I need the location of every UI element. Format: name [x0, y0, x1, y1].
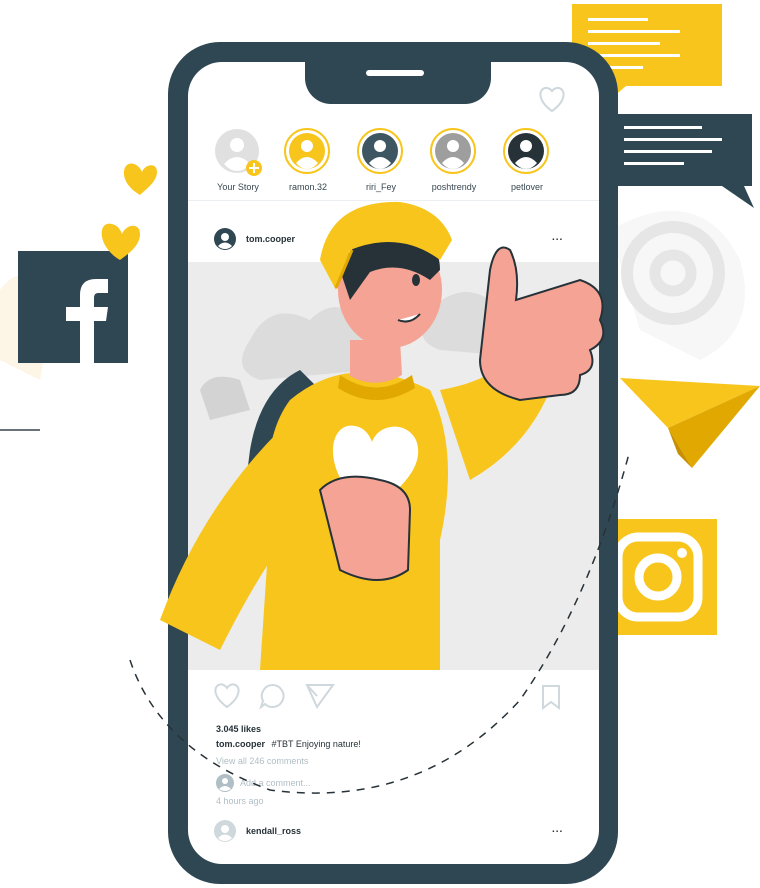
story-avatar[interactable]	[284, 128, 330, 174]
story-avatar[interactable]	[357, 128, 403, 174]
next-post-username[interactable]: kendall_ross	[246, 826, 301, 836]
phone-notch	[305, 54, 491, 104]
next-post-more-icon[interactable]: ...	[552, 824, 563, 835]
phone-speaker	[366, 70, 424, 76]
dashed-path	[129, 450, 631, 794]
heart-outline-icon[interactable]	[536, 84, 568, 114]
next-post-avatar[interactable]	[214, 820, 236, 842]
story-avatar-own[interactable]	[214, 128, 262, 176]
story-avatar[interactable]	[430, 128, 476, 174]
story-avatar[interactable]	[503, 128, 549, 174]
